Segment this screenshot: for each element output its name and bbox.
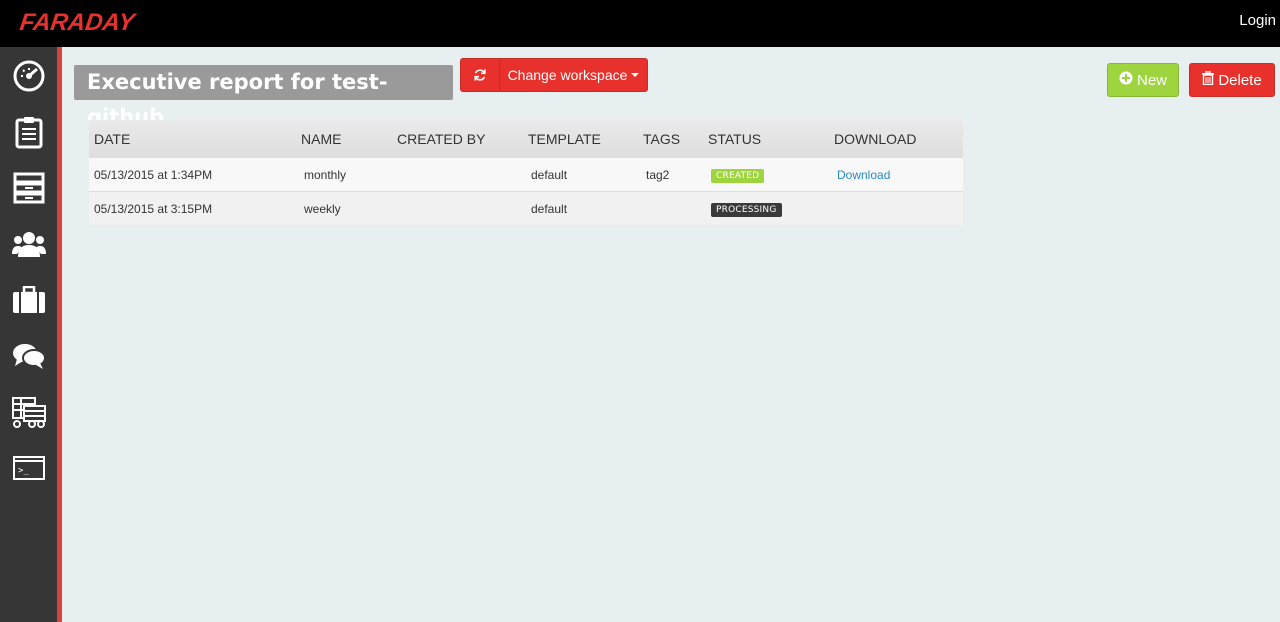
trash-icon — [1202, 70, 1215, 89]
refresh-button[interactable] — [460, 58, 500, 92]
cell-status: CREATED — [703, 157, 829, 192]
table-header-row: DATE NAME CREATED BY TEMPLATE TAGS STATU… — [89, 120, 963, 158]
cell-download — [829, 191, 963, 225]
table-row[interactable]: 05/13/2015 at 3:15PM weekly default PROC… — [89, 191, 963, 225]
column-header-created-by[interactable]: CREATED BY — [392, 120, 523, 158]
svg-text:>_: >_ — [18, 466, 29, 476]
cell-template: default — [523, 157, 638, 192]
page-title: Executive report for test-github — [74, 65, 453, 129]
table-row[interactable]: 05/13/2015 at 1:34PM monthly default tag… — [89, 157, 963, 192]
cell-name: monthly — [296, 157, 392, 192]
new-button-label: New — [1136, 71, 1167, 89]
column-header-download[interactable]: DOWNLOAD — [829, 120, 963, 158]
hosts-icon[interactable] — [12, 171, 46, 205]
cell-tags: tag2 — [638, 157, 703, 192]
top-navbar: FARADAY Login — [0, 0, 1280, 47]
terminal-icon[interactable]: >_ — [12, 451, 46, 485]
change-workspace-button[interactable]: Change workspace — [499, 58, 648, 92]
column-header-date[interactable]: DATE — [89, 120, 296, 158]
reports-table: DATE NAME CREATED BY TEMPLATE TAGS STATU… — [89, 120, 963, 225]
status-report-icon[interactable] — [12, 115, 46, 149]
cell-tags — [638, 191, 703, 225]
cell-status: PROCESSING — [703, 191, 829, 225]
column-header-template[interactable]: TEMPLATE — [523, 120, 638, 158]
column-header-name[interactable]: NAME — [296, 120, 392, 158]
cell-created-by — [392, 191, 523, 225]
download-link[interactable]: Download — [837, 168, 890, 182]
plus-circle-icon — [1119, 71, 1133, 89]
workspaces-icon[interactable] — [12, 283, 46, 317]
reports-icon[interactable] — [12, 395, 46, 429]
sidebar-accent-border — [57, 47, 62, 622]
cell-download: Download — [829, 157, 963, 192]
cell-date: 05/13/2015 at 1:34PM — [89, 157, 296, 192]
cell-date: 05/13/2015 at 3:15PM — [89, 191, 296, 225]
comments-icon[interactable] — [12, 339, 46, 373]
delete-button[interactable]: Delete — [1189, 63, 1275, 97]
refresh-icon — [474, 69, 486, 81]
cell-created-by — [392, 157, 523, 192]
users-icon[interactable] — [12, 227, 46, 261]
caret-down-icon — [631, 73, 640, 77]
delete-button-label: Delete — [1218, 71, 1262, 89]
sidebar: >_ — [0, 47, 57, 622]
dashboard-icon[interactable] — [12, 59, 46, 93]
column-header-tags[interactable]: TAGS — [638, 120, 703, 158]
change-workspace-label: Change workspace — [507, 67, 628, 83]
cell-template: default — [523, 191, 638, 225]
login-link[interactable]: Login — [1239, 12, 1276, 29]
status-badge: PROCESSING — [711, 202, 782, 217]
column-header-status[interactable]: STATUS — [703, 120, 829, 158]
faraday-logo[interactable]: FARADAY — [18, 9, 136, 37]
status-badge: CREATED — [711, 168, 765, 183]
cell-name: weekly — [296, 191, 392, 225]
new-button[interactable]: New — [1107, 63, 1179, 97]
